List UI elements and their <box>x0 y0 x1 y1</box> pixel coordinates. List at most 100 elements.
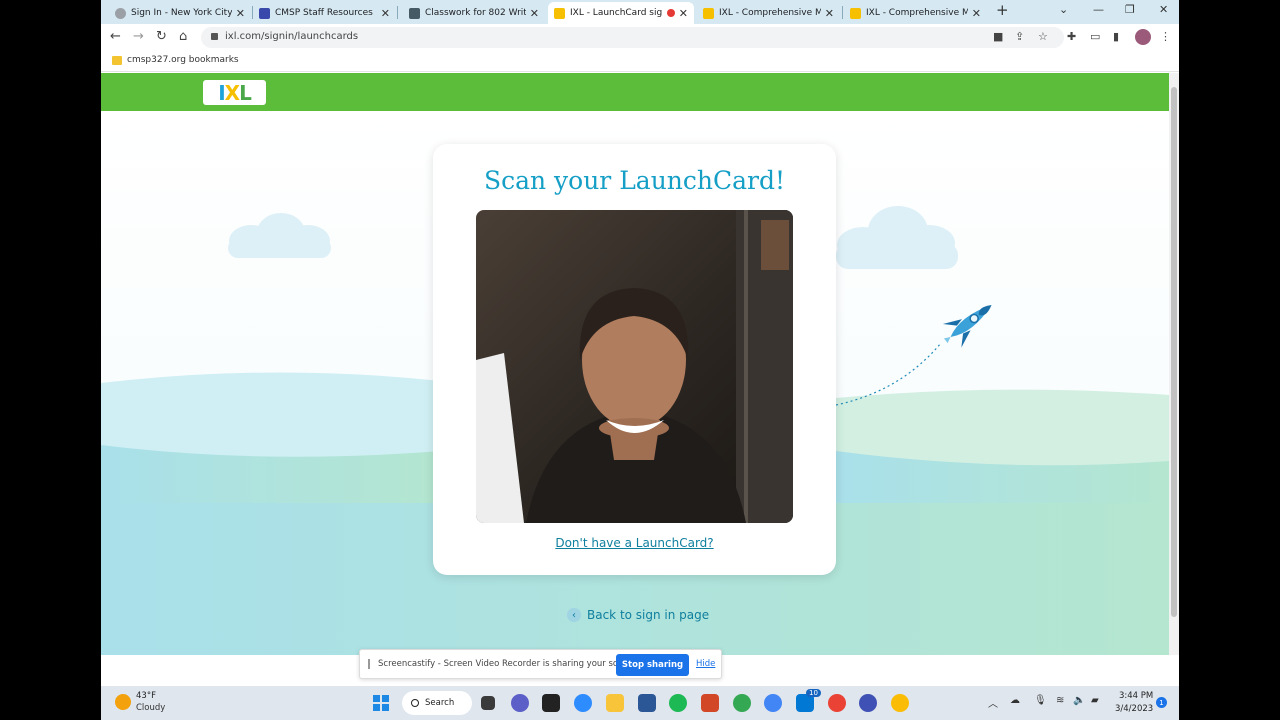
onedrive-icon[interactable]: ☁ <box>1010 695 1020 706</box>
close-tab-icon[interactable]: ✕ <box>825 7 834 20</box>
new-tab-icon[interactable]: + <box>996 1 1009 19</box>
teams-chat-icon[interactable] <box>511 694 529 712</box>
weather-icon[interactable] <box>115 694 131 710</box>
screen-share-bar: Screencastify - Screen Video Recorder is… <box>359 649 722 679</box>
tab-title: IXL - LaunchCard sign <box>570 8 663 18</box>
windows-taskbar: 43°F Cloudy Search 10 ︿ ☁ 🎙 ≋ 🔈 ▰ 3:44 P… <box>101 686 1179 720</box>
address-bar[interactable]: ixl.com/signin/launchcards <box>201 27 1064 48</box>
tab-title: CMSP Staff Resources <box>275 8 373 18</box>
chrome-active-icon[interactable] <box>891 694 909 712</box>
bookmark-star-icon[interactable]: ☆ <box>1038 30 1048 43</box>
weather-condition: Cloudy <box>136 703 166 713</box>
camera-indicator-icon[interactable]: ■ <box>993 30 1003 43</box>
bookmark-folder-label[interactable]: cmsp327.org bookmarks <box>127 55 239 65</box>
browser-toolbar: ← → ↻ ⌂ ixl.com/signin/launchcards ■ ⇪ ☆… <box>101 24 1179 51</box>
close-window-icon[interactable]: ✕ <box>1159 3 1168 16</box>
menu-kebab-icon[interactable]: ⋮ <box>1160 30 1171 43</box>
reload-icon[interactable]: ↻ <box>156 29 167 44</box>
camera-feed <box>476 210 793 523</box>
ixl-page: IXL Scan your LaunchCard! Don't have a L… <box>101 73 1169 655</box>
side-panel-icon[interactable]: ▮ <box>1113 30 1119 43</box>
tab-ixl-comprehensive-1[interactable]: IXL - Comprehensive Mod ✕ <box>697 2 840 24</box>
tab-nyc-signin[interactable]: Sign In - New York City De ✕ <box>109 2 251 24</box>
share-message: Screencastify - Screen Video Recorder is… <box>378 659 640 669</box>
file-explorer-icon[interactable] <box>606 694 624 712</box>
tab-divider <box>397 6 398 19</box>
task-view-icon[interactable] <box>481 696 495 710</box>
chrome-icon[interactable] <box>733 694 751 712</box>
app-k-icon[interactable] <box>542 694 560 712</box>
microphone-icon[interactable]: 🎙 <box>1034 695 1047 706</box>
windows-start-icon[interactable] <box>373 695 389 711</box>
clock-date: 3/4/2023 <box>1115 704 1154 714</box>
chrome-alt-icon[interactable] <box>828 694 846 712</box>
tab-search-chevron-icon[interactable]: ⌄ <box>1059 3 1068 16</box>
browser-window: Sign In - New York City De ✕ CMSP Staff … <box>101 0 1179 686</box>
bookmarks-bar: cmsp327.org bookmarks <box>101 51 1179 72</box>
battery-icon[interactable]: ▰ <box>1091 695 1099 706</box>
ixl-logo[interactable]: IXL <box>203 80 266 105</box>
tab-strip: Sign In - New York City De ✕ CMSP Staff … <box>101 0 1179 24</box>
tab-title: Sign In - New York City De <box>131 8 232 18</box>
folder-icon <box>112 56 122 65</box>
ixl-favicon-icon <box>703 7 714 19</box>
volume-icon[interactable]: 🔈 <box>1073 695 1085 706</box>
tray-chevron-icon[interactable]: ︿ <box>988 695 998 710</box>
globe-icon <box>115 7 126 19</box>
search-label: Search <box>425 698 455 708</box>
tab-ixl-launchcard[interactable]: IXL - LaunchCard sign ✕ <box>548 2 694 24</box>
taskbar-clock[interactable]: 3:44 PM 3/4/2023 <box>1115 690 1153 716</box>
scroll-thumb[interactable] <box>1171 87 1177 617</box>
stop-sharing-button[interactable]: Stop sharing <box>616 654 689 676</box>
close-tab-icon[interactable]: ✕ <box>530 7 539 20</box>
profile-avatar[interactable] <box>1135 29 1151 45</box>
camera-preview-image <box>476 210 793 523</box>
url-text[interactable]: ixl.com/signin/launchcards <box>225 31 358 42</box>
hide-button[interactable]: Hide <box>696 659 715 669</box>
notification-badge[interactable]: 1 <box>1156 697 1167 708</box>
page-scrollbar[interactable] <box>1169 73 1179 655</box>
search-icon <box>411 699 419 707</box>
back-link-label: Back to sign in page <box>587 608 710 622</box>
close-tab-icon[interactable]: ✕ <box>236 7 245 20</box>
close-tab-icon[interactable]: ✕ <box>381 7 390 20</box>
tab-cmsp-staff[interactable]: CMSP Staff Resources ✕ <box>253 2 396 24</box>
edge-icon[interactable] <box>859 694 877 712</box>
close-tab-icon[interactable]: ✕ <box>972 7 981 20</box>
tab-divider <box>842 6 843 19</box>
ixl-header: IXL <box>101 73 1169 111</box>
recording-icon <box>666 9 675 17</box>
back-to-signin-link[interactable]: ‹ Back to sign in page <box>567 608 709 622</box>
close-tab-icon[interactable]: ✕ <box>679 7 688 20</box>
chevron-left-icon: ‹ <box>567 608 581 622</box>
drag-handle-icon[interactable] <box>368 659 370 669</box>
mail-badge: 10 <box>806 689 821 697</box>
tab-classwork[interactable]: Classwork for 802 Writing ✕ <box>403 2 545 24</box>
no-launchcard-link[interactable]: Don't have a LaunchCard? <box>433 536 836 550</box>
classroom-icon <box>409 7 420 19</box>
page-title: Scan your LaunchCard! <box>483 166 786 195</box>
cast-icon[interactable]: ▭ <box>1090 30 1100 43</box>
spotify-icon[interactable] <box>669 694 687 712</box>
calendar-icon <box>259 7 270 19</box>
launchcard-panel: Scan your LaunchCard! Don't have a Launc… <box>433 144 836 575</box>
powerpoint-icon[interactable] <box>701 694 719 712</box>
weather-temperature: 43°F <box>136 691 156 701</box>
ixl-favicon-icon <box>554 7 565 19</box>
back-arrow-icon[interactable]: ← <box>110 29 121 44</box>
forward-arrow-icon[interactable]: → <box>133 29 144 44</box>
tab-title: Classwork for 802 Writing <box>425 8 526 18</box>
chrome-profile-icon[interactable] <box>764 694 782 712</box>
home-icon[interactable]: ⌂ <box>179 29 187 44</box>
zoom-icon[interactable] <box>574 694 592 712</box>
ixl-favicon-icon <box>850 7 861 19</box>
tab-ixl-comprehensive-2[interactable]: IXL - Comprehensive Mod ✕ <box>844 2 987 24</box>
clock-time: 3:44 PM <box>1118 691 1154 701</box>
restore-icon[interactable]: ❐ <box>1125 3 1135 16</box>
minimize-icon[interactable]: — <box>1093 3 1104 16</box>
extensions-puzzle-icon[interactable]: ✚ <box>1067 30 1076 43</box>
share-icon[interactable]: ⇪ <box>1015 30 1024 43</box>
taskbar-search[interactable]: Search <box>402 691 472 715</box>
whiteboard-icon[interactable] <box>638 694 656 712</box>
wifi-icon[interactable]: ≋ <box>1056 695 1064 706</box>
